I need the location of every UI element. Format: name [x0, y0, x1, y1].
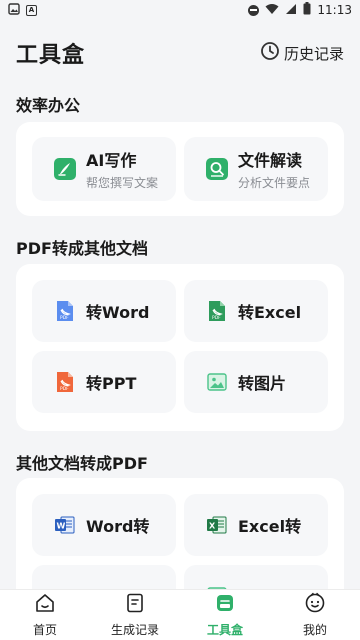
page-title: 工具盒	[16, 43, 86, 68]
tile-label: AI写作	[86, 151, 137, 170]
file-analysis-tile[interactable]: 文件解读 分析文件要点	[184, 137, 328, 201]
tile-subtitle: 分析文件要点	[238, 176, 311, 190]
excel-file-icon: PDF	[206, 300, 228, 322]
history-label: 历史记录	[283, 44, 344, 63]
status-bar: A 11:13	[0, 0, 360, 20]
word-icon: W	[54, 514, 76, 536]
tile-label: Word转	[86, 517, 150, 536]
tile-label: 转Word	[86, 303, 150, 322]
excel-icon: X	[206, 514, 228, 536]
nav-label: 首页	[32, 623, 57, 637]
svg-text:PDF: PDF	[212, 315, 221, 321]
svg-text:X: X	[209, 522, 216, 531]
tile-label: 转Excel	[238, 303, 302, 322]
pen-icon	[54, 158, 76, 180]
photo-notification-icon	[8, 2, 20, 18]
nav-profile[interactable]: 我的	[270, 592, 360, 638]
header: 工具盒 历史记录	[0, 28, 360, 78]
wifi-icon	[265, 3, 279, 18]
nav-label: 工具盒	[206, 623, 243, 637]
pdf-to-image-tile[interactable]: 转图片	[184, 351, 328, 413]
profile-icon	[304, 592, 326, 618]
history-button[interactable]: 历史记录	[260, 41, 344, 65]
nav-home[interactable]: 首页	[0, 592, 90, 638]
pdf-red-file-icon: PDF	[54, 371, 76, 393]
nav-toolbox[interactable]: 工具盒	[180, 592, 270, 638]
svg-text:PDF: PDF	[60, 386, 69, 392]
pdf-to-excel-tile[interactable]: PDF 转Excel	[184, 280, 328, 342]
home-icon	[34, 592, 56, 618]
section-title-pdf-to-other: PDF转成其他文档	[16, 239, 148, 258]
clock-icon	[260, 41, 280, 65]
image-icon	[206, 371, 228, 393]
tile-label: 文件解读	[238, 151, 303, 170]
nav-records[interactable]: 生成记录	[90, 592, 180, 638]
signal-icon	[285, 3, 297, 18]
word-to-pdf-tile[interactable]: W Word转	[32, 494, 176, 556]
svg-text:PDF: PDF	[60, 315, 69, 321]
bottom-nav: 首页 生成记录 工具盒 我的	[0, 589, 360, 640]
tile-subtitle: 帮您撰写文案	[86, 176, 159, 190]
efficiency-card: AI写作 帮您撰写文案 文件解读 分析文件要点	[16, 122, 344, 216]
status-time: 11:13	[317, 3, 352, 17]
document-search-icon	[206, 158, 228, 180]
nav-label: 我的	[302, 623, 327, 637]
pdf-to-ppt-tile[interactable]: PDF 转PPT	[32, 351, 176, 413]
pdf-to-other-card: PDF 转Word PDF 转Excel PDF 转PPT 转图片	[16, 264, 344, 431]
do-not-disturb-icon	[248, 4, 260, 16]
pdf-file-icon: PDF	[54, 300, 76, 322]
excel-to-pdf-tile[interactable]: X Excel转	[184, 494, 328, 556]
section-title-efficiency: 效率办公	[16, 96, 81, 115]
ai-writing-tile[interactable]: AI写作 帮您撰写文案	[32, 137, 176, 201]
tile-label: 转图片	[238, 374, 287, 393]
pdf-to-word-tile[interactable]: PDF 转Word	[32, 280, 176, 342]
tile-label: 转PPT	[86, 374, 137, 393]
nav-label: 生成记录	[110, 623, 159, 637]
tile-label: Excel转	[238, 517, 302, 536]
battery-icon	[303, 2, 311, 18]
record-icon	[124, 592, 146, 618]
section-title-other-to-pdf: 其他文档转成PDF	[16, 454, 148, 473]
toolbox-icon	[214, 592, 236, 618]
svg-text:W: W	[57, 522, 66, 531]
app-notification-icon: A	[26, 4, 37, 16]
